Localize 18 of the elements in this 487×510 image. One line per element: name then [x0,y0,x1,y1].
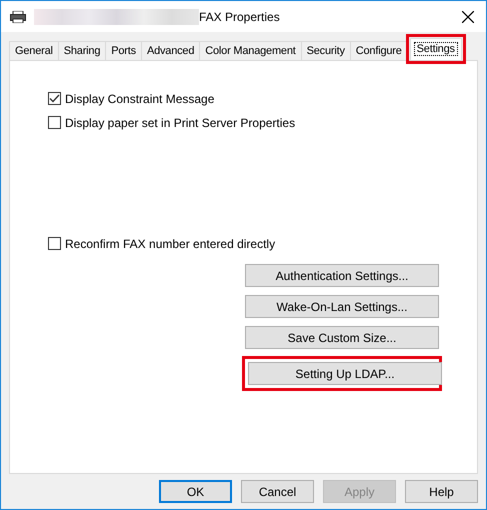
printer-icon [10,10,26,22]
checkbox[interactable] [48,116,61,129]
window-title: FAX Properties [199,10,280,24]
dialog-button[interactable]: Help [405,480,478,503]
settings-button[interactable]: Wake-On-Lan Settings... [245,295,439,318]
checkbox-label: Display Constraint Message [65,92,214,106]
dialog-button[interactable]: Cancel [241,480,314,503]
tab[interactable]: Configure [350,41,408,60]
checkbox-label: Reconfirm FAX number entered directly [65,236,276,250]
settings-button[interactable]: Authentication Settings... [245,264,439,287]
checkbox[interactable] [48,237,61,250]
checkbox-label: Display paper set in Print Server Properties [65,116,296,130]
checkbox[interactable] [48,92,61,105]
close-icon[interactable] [462,10,474,22]
dialog-button[interactable]: OK [159,480,232,503]
settings-button[interactable]: Setting Up LDAP... [248,362,442,385]
settings-button[interactable]: Save Custom Size... [245,326,439,349]
tab[interactable]: General [9,41,59,60]
